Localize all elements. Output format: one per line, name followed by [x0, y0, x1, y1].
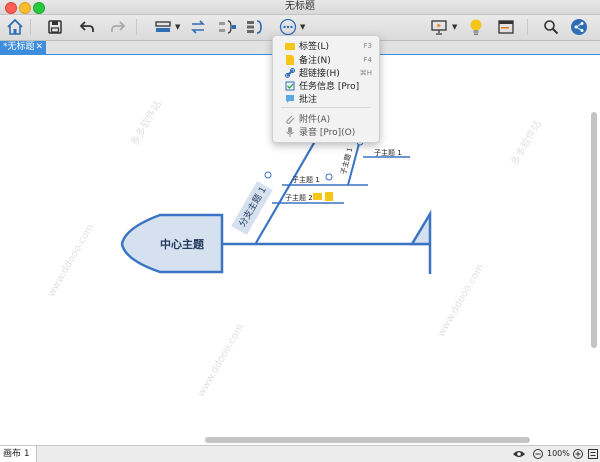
share-icon[interactable] [568, 17, 590, 37]
presentation-dropdown-caret[interactable]: ▼ [452, 23, 457, 31]
fishbone-tail [409, 209, 432, 274]
insert-dropdown-menu: 标签(L) F3 备注(N) F4 超链接(H) ⌘H 任务信息 [Pro] 批… [272, 35, 380, 143]
summary-icon[interactable] [216, 17, 238, 37]
close-tab-icon[interactable]: ✕ [35, 41, 43, 54]
search-icon[interactable] [540, 17, 562, 37]
subtopic-2[interactable]: 子主题 2 [285, 193, 313, 203]
horizontal-scrollbar[interactable] [205, 437, 530, 443]
eye-icon[interactable] [512, 448, 526, 460]
zoom-in-icon[interactable] [572, 448, 584, 460]
subtopic-1[interactable]: 子主题 1 [292, 175, 320, 185]
structure-dropdown-caret[interactable]: ▼ [175, 23, 180, 31]
menu-item-attachment[interactable]: 附件(A) [273, 112, 379, 125]
subtopic-upper[interactable]: 子主题 1 [374, 148, 402, 158]
boundary-icon[interactable] [244, 17, 266, 37]
toolbar-separator [30, 19, 31, 35]
menu-item-comment[interactable]: 批注 [273, 92, 379, 105]
home-icon[interactable] [4, 17, 26, 37]
more-icon[interactable] [277, 17, 299, 37]
undo-icon[interactable] [76, 17, 98, 37]
window-title: 无标题 [285, 1, 315, 12]
toolbar-separator [136, 19, 137, 35]
lightbulb-icon[interactable] [465, 17, 487, 37]
presentation-icon[interactable] [428, 17, 450, 37]
microphone-icon [285, 126, 295, 137]
vertical-scrollbar[interactable] [591, 112, 597, 348]
structure-icon[interactable] [152, 17, 174, 37]
save-icon[interactable] [44, 17, 66, 37]
status-bar: 画布 1 100% [0, 445, 600, 462]
menu-item-record[interactable]: 录音 [Pro](O) [273, 125, 379, 138]
menu-item-task[interactable]: 任务信息 [Pro] [273, 79, 379, 92]
relationship-icon[interactable] [187, 17, 209, 37]
central-topic[interactable]: 中心主题 [150, 236, 214, 252]
label-icon [285, 41, 295, 51]
menu-separator [281, 107, 371, 108]
link-icon [285, 67, 295, 78]
menu-item-note[interactable]: 备注(N) F4 [273, 53, 379, 66]
fit-view-icon[interactable] [587, 448, 599, 460]
note-icon [285, 54, 295, 65]
zoom-level: 100% [547, 449, 570, 458]
window-icon[interactable] [495, 17, 517, 37]
more-dropdown-caret[interactable]: ▼ [300, 23, 305, 31]
menu-item-label[interactable]: 标签(L) F3 [273, 39, 379, 52]
menu-item-link[interactable]: 超链接(H) ⌘H [273, 66, 379, 79]
toolbar-separator [527, 19, 528, 35]
document-tab-label: *无标题 [3, 42, 35, 52]
document-tab[interactable]: *无标题 ✕ [0, 41, 46, 54]
task-icon [285, 81, 295, 91]
canvas-tab[interactable]: 画布 1 [0, 446, 37, 462]
redo-icon[interactable] [107, 17, 129, 37]
zoom-out-icon[interactable] [532, 448, 544, 460]
attachment-icon [285, 114, 295, 124]
comment-icon [285, 94, 295, 104]
title-bar: 无标题 [0, 0, 600, 15]
